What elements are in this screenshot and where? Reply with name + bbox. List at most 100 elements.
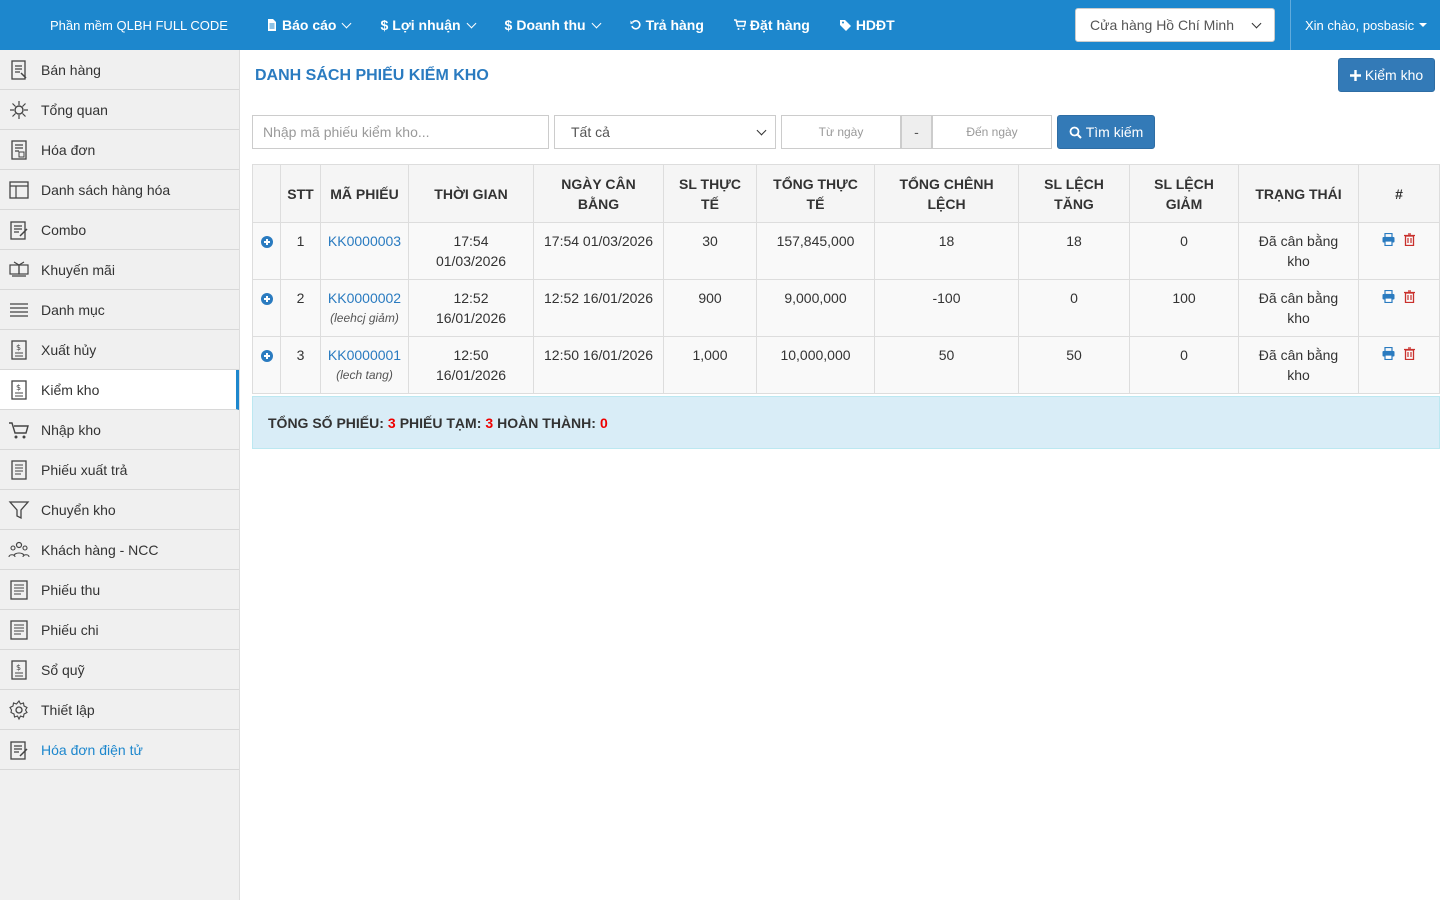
- header-total-actual: TỔNG THỰC TẾ: [756, 164, 875, 223]
- to-date-input[interactable]: Đến ngày: [932, 115, 1052, 149]
- sidebar-item-payments[interactable]: Phiếu chi: [0, 610, 239, 650]
- nav-profit-label: Lợi nhuận: [392, 17, 461, 33]
- sidebar-item-categories[interactable]: Danh mục: [0, 290, 239, 330]
- sidebar-item-label: Sổ quỹ: [41, 661, 85, 678]
- undo-icon: [630, 20, 641, 30]
- print-icon[interactable]: [1382, 290, 1395, 303]
- nav-reports[interactable]: Báo cáo: [266, 17, 352, 33]
- sidebar-item-label: Phiếu xuất trả: [41, 461, 128, 478]
- e-invoice-icon: [8, 739, 30, 761]
- nav-orders-label: Đặt hàng: [749, 17, 810, 33]
- nav-orders[interactable]: Đặt hàng: [733, 17, 810, 33]
- app-brand[interactable]: Phần mềm QLBH FULL CODE: [0, 18, 266, 33]
- date-line: 16/01/2026: [435, 367, 507, 383]
- sidebar-item-customers[interactable]: Khách hàng - NCC: [0, 530, 239, 570]
- cell-qty-actual: 1,000: [663, 336, 757, 394]
- sidebar-item-combo[interactable]: Combo: [0, 210, 239, 250]
- sidebar-item-cashbook[interactable]: $ Sổ quỹ: [0, 650, 239, 690]
- header-qty-decrease: SL LỆCH GIẢM: [1129, 164, 1239, 223]
- sidebar-item-stock-in[interactable]: Nhập kho: [0, 410, 239, 450]
- sidebar-item-overview[interactable]: Tổng quan: [0, 90, 239, 130]
- from-date-input[interactable]: Từ ngày: [781, 115, 901, 149]
- file-icon: [268, 19, 276, 31]
- cell-qty-increase: 18: [1018, 222, 1130, 280]
- delete-icon[interactable]: [1403, 290, 1416, 303]
- date-range-separator: -: [901, 115, 932, 149]
- code-link[interactable]: KK0000003: [321, 231, 408, 251]
- chevron-down-icon: [1251, 18, 1262, 28]
- header-balance-date: NGÀY CÂN BẰNG: [533, 164, 664, 223]
- sidebar-item-sales[interactable]: Bán hàng: [0, 50, 239, 90]
- delete-icon[interactable]: [1403, 347, 1416, 360]
- promotion-icon: [8, 259, 30, 281]
- cell-total-actual: 157,845,000: [756, 222, 875, 280]
- header-time: THỜI GIAN: [408, 164, 534, 223]
- nav-returns[interactable]: Trả hàng: [630, 17, 704, 33]
- expand-plus-icon[interactable]: [260, 236, 273, 248]
- search-button-label: Tìm kiếm: [1085, 124, 1144, 140]
- code-search-input[interactable]: Nhập mã phiếu kiểm kho...: [252, 115, 549, 149]
- sidebar-item-label: Danh sách hàng hóa: [41, 181, 171, 198]
- cell-actions: [1358, 279, 1440, 337]
- print-icon[interactable]: [1382, 233, 1395, 246]
- sidebar-item-export-cancel[interactable]: $ Xuất hủy: [0, 330, 239, 370]
- chevron-down-icon: [756, 125, 767, 135]
- sidebar-item-invoices[interactable]: Hóa đơn: [0, 130, 239, 170]
- receipt-icon: [8, 579, 30, 601]
- sidebar-item-label: Combo: [41, 221, 87, 238]
- status-select[interactable]: Tất cả: [554, 115, 776, 149]
- status-text: Đã cân bằng kho: [1258, 233, 1339, 269]
- page-title: DANH SÁCH PHIẾU KIỂM KHO: [255, 67, 489, 84]
- sidebar-item-receipts[interactable]: Phiếu thu: [0, 570, 239, 610]
- cell-qty-decrease: 0: [1129, 336, 1239, 394]
- sidebar-item-transfer[interactable]: Chuyển kho: [0, 490, 239, 530]
- sidebar-item-label: Tổng quan: [41, 101, 108, 118]
- table-header-row: STT MÃ PHIẾU THỜI GIAN NGÀY CÂN BẰNG SL …: [252, 164, 1440, 223]
- search-button[interactable]: Tìm kiếm: [1057, 115, 1155, 149]
- export-cancel-icon: $: [8, 339, 30, 361]
- search-icon: [1069, 126, 1082, 139]
- sidebar-item-return-slip[interactable]: Phiếu xuất trả: [0, 450, 239, 490]
- stock-check-icon: $: [8, 379, 30, 401]
- print-icon[interactable]: [1382, 347, 1395, 360]
- sidebar-item-stock-check[interactable]: $ Kiểm kho: [0, 370, 239, 410]
- sidebar-item-settings[interactable]: Thiết lập: [0, 690, 239, 730]
- nav-revenue[interactable]: $ Doanh thu: [505, 17, 602, 33]
- expand-plus-icon[interactable]: [260, 350, 273, 362]
- sidebar-item-products[interactable]: Danh sách hàng hóa: [0, 170, 239, 210]
- plus-icon: [1349, 69, 1361, 81]
- nav-einvoice[interactable]: HDĐT: [839, 17, 895, 33]
- header-actions: #: [1358, 164, 1440, 223]
- user-menu[interactable]: Xin chào, posbasic: [1305, 0, 1428, 50]
- header-expand: [252, 164, 281, 223]
- cell-balance-date: 17:54 01/03/2026: [533, 222, 664, 280]
- delete-icon[interactable]: [1403, 233, 1416, 246]
- cell-time: 12:52 16/01/2026: [408, 279, 534, 337]
- products-icon: [8, 179, 30, 201]
- chevron-down-icon: [466, 18, 476, 28]
- cell-total-diff: -100: [874, 279, 1019, 337]
- cell-status: Đã cân bằng kho: [1238, 222, 1359, 280]
- summary-done-value: 0: [599, 414, 608, 431]
- store-select[interactable]: Cửa hàng Hồ Chí Minh: [1075, 8, 1275, 42]
- stock-in-icon: [8, 419, 30, 441]
- date-line: 16/01/2026: [435, 310, 507, 326]
- header-status: TRẠNG THÁI: [1238, 164, 1359, 223]
- table-row: 1 KK0000003 17:54 01/03/2026 17:54 01/03…: [252, 222, 1440, 280]
- sidebar-item-promotions[interactable]: Khuyến mãi: [0, 250, 239, 290]
- sidebar-item-e-invoice[interactable]: Hóa đơn điện tử: [0, 730, 239, 770]
- nav-profit[interactable]: $ Lợi nhuận: [380, 17, 476, 33]
- code-link[interactable]: KK0000001: [321, 345, 408, 365]
- expand-plus-icon[interactable]: [260, 293, 273, 305]
- code-link[interactable]: KK0000002: [321, 288, 408, 308]
- sidebar-item-label: Xuất hủy: [41, 341, 97, 358]
- sidebar-item-label: Nhập kho: [41, 421, 101, 438]
- date-line: 01/03/2026: [435, 253, 507, 269]
- main-content: DANH SÁCH PHIẾU KIỂM KHO Kiểm kho Nhập m…: [240, 50, 1440, 900]
- header-qty-increase: SL LỆCH TĂNG: [1018, 164, 1130, 223]
- sidebar-item-label: Bán hàng: [41, 61, 101, 78]
- header-total-diff: TỔNG CHÊNH LỆCH: [874, 164, 1019, 223]
- add-stock-check-button[interactable]: Kiểm kho: [1338, 58, 1435, 92]
- cell-time: 12:50 16/01/2026: [408, 336, 534, 394]
- cell-qty-decrease: 100: [1129, 279, 1239, 337]
